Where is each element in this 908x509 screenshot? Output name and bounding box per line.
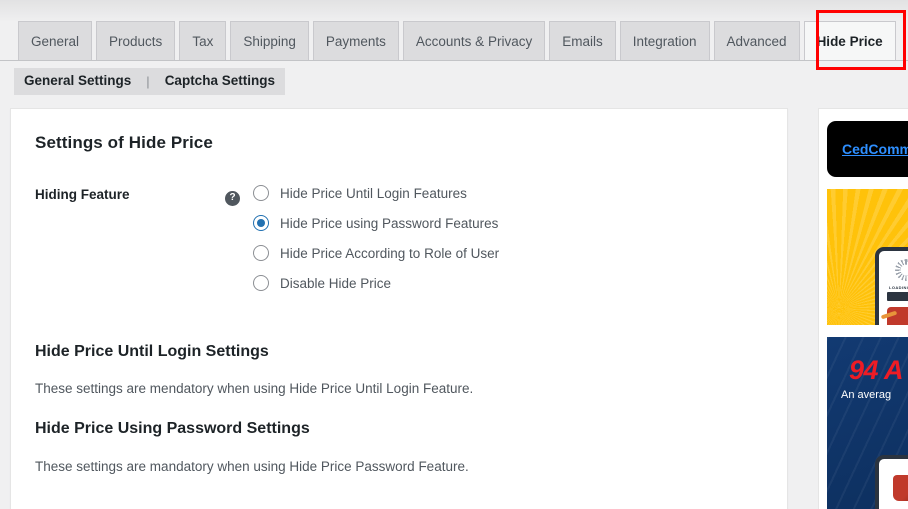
- blue-banner-subtitle: An averag: [841, 389, 892, 401]
- blue-stats-banner[interactable]: 94 A An averag: [827, 337, 908, 509]
- help-column: ?: [225, 185, 253, 291]
- tab-label: General: [31, 33, 80, 49]
- radio-hide-price-using-password[interactable]: Hide Price using Password Features: [253, 215, 499, 231]
- settings-panel: Settings of Hide Price Hiding Feature ? …: [10, 108, 788, 509]
- cedcommerce-brand-link[interactable]: CedComm: [842, 141, 908, 157]
- tab-label: Hide Price: [816, 33, 883, 49]
- tab-payments[interactable]: Payments: [312, 21, 399, 60]
- cedcommerce-brand-banner[interactable]: CedComm: [827, 121, 908, 177]
- section-heading-until-login: Hide Price Until Login Settings: [35, 343, 269, 360]
- subtab-separator: |: [141, 68, 155, 95]
- blue-banner-headline: 94 A: [849, 355, 904, 385]
- radio-label: Hide Price using Password Features: [280, 215, 499, 231]
- radio-hide-price-by-role[interactable]: Hide Price According to Role of User: [253, 245, 499, 261]
- radio-label: Hide Price Until Login Features: [280, 185, 467, 201]
- radio-mark[interactable]: [253, 245, 269, 261]
- radio-mark[interactable]: [253, 275, 269, 291]
- phone-side-button-icon: [875, 269, 876, 291]
- loading-label: LOADING: [889, 285, 908, 290]
- tab-accounts-privacy[interactable]: Accounts & Privacy: [402, 21, 546, 60]
- top-strip: [0, 0, 908, 21]
- radio-disable-hide-price[interactable]: Disable Hide Price: [253, 275, 499, 291]
- tab-shipping[interactable]: Shipping: [230, 21, 309, 60]
- settings-tab-bar: General Products Tax Shipping Payments A…: [0, 21, 908, 61]
- tab-label: Shipping: [243, 33, 296, 49]
- hiding-feature-label: Hiding Feature: [35, 187, 130, 202]
- hiding-feature-field-row: Hiding Feature ? Hide Price Until Login …: [11, 185, 787, 291]
- subtab-general-settings[interactable]: General Settings: [14, 68, 142, 95]
- tab-integration[interactable]: Integration: [619, 21, 710, 60]
- tab-label: Products: [109, 33, 163, 49]
- tab-general[interactable]: General: [18, 21, 93, 60]
- subtab-label: Captcha Settings: [164, 73, 275, 88]
- yellow-promo-banner[interactable]: LOADING: [827, 189, 908, 325]
- promo-sidebar: CedComm LOADING 94 A An averag: [818, 108, 908, 509]
- radio-hide-price-until-login[interactable]: Hide Price Until Login Features: [253, 185, 499, 201]
- phone-mockup-icon: LOADING: [875, 247, 908, 325]
- tab-products[interactable]: Products: [96, 21, 176, 60]
- radio-label: Disable Hide Price: [280, 275, 392, 291]
- help-icon[interactable]: ?: [225, 190, 240, 206]
- section-description-until-login: These settings are mendatory when using …: [35, 381, 474, 396]
- radio-mark[interactable]: [253, 185, 269, 201]
- device-mockup-icon: [875, 455, 908, 509]
- tab-label: Advanced: [726, 33, 787, 49]
- radio-mark[interactable]: [253, 215, 269, 231]
- tab-emails[interactable]: Emails: [549, 21, 616, 60]
- subtab-captcha-settings[interactable]: Captcha Settings: [154, 68, 285, 95]
- tab-bar-underline: [0, 60, 908, 61]
- tab-advanced[interactable]: Advanced: [713, 21, 800, 60]
- radio-label: Hide Price According to Role of User: [280, 245, 500, 261]
- subtab-label: General Settings: [24, 73, 132, 88]
- placeholder-bar: [887, 292, 908, 301]
- tab-label: Payments: [325, 33, 386, 49]
- page-root: General Products Tax Shipping Payments A…: [0, 0, 908, 509]
- loading-spinner-icon: [895, 259, 908, 281]
- tab-label: Integration: [632, 33, 697, 49]
- tab-tax[interactable]: Tax: [179, 21, 227, 60]
- tab-label: Emails: [562, 33, 603, 49]
- page-title: Settings of Hide Price: [35, 133, 213, 152]
- sub-tab-bar: General Settings | Captcha Settings: [14, 68, 285, 95]
- section-heading-using-password: Hide Price Using Password Settings: [35, 420, 310, 437]
- section-description-using-password: These settings are mandatory when using …: [35, 459, 469, 474]
- tab-label: Tax: [192, 33, 214, 49]
- hiding-feature-radio-group: Hide Price Until Login Features Hide Pri…: [253, 185, 499, 291]
- tab-label: Accounts & Privacy: [415, 33, 533, 49]
- tab-hide-price[interactable]: Hide Price: [803, 21, 896, 60]
- shopping-cart-icon: [887, 307, 908, 325]
